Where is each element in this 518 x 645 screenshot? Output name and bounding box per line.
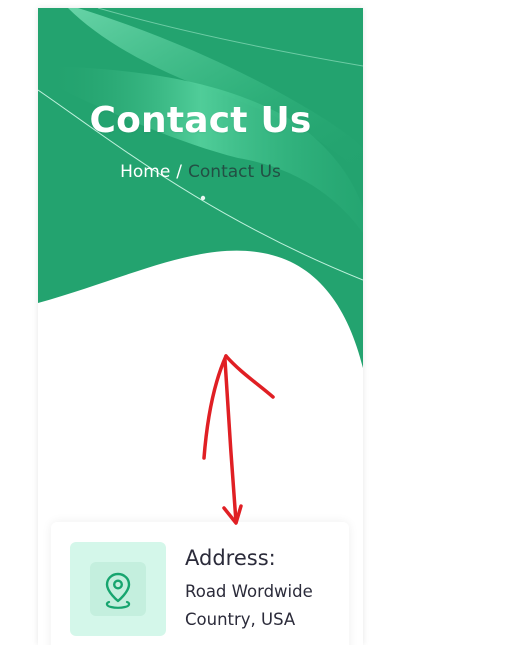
page-title: Contact Us — [89, 100, 312, 141]
address-line-2: Country, USA — [185, 610, 296, 629]
breadcrumb: Home / Contact Us — [38, 162, 363, 182]
breadcrumb-current: Contact Us — [188, 162, 281, 182]
screen: Contact Us Home / Contact Us Address: Road… — [0, 0, 518, 645]
breadcrumb-separator: / — [176, 162, 183, 182]
address-title: Address: — [185, 546, 276, 570]
breadcrumb-home-link[interactable]: Home — [120, 162, 170, 182]
hero-banner: Contact Us Home / Contact Us — [38, 8, 363, 368]
address-card: Address: Road Wordwide Country, USA — [51, 522, 349, 645]
address-icon-box — [70, 542, 166, 636]
address-line-1: Road Wordwide — [185, 582, 313, 601]
mobile-page: Contact Us Home / Contact Us Address: Road… — [38, 8, 363, 645]
hero-background — [38, 8, 363, 368]
address-icon-tile — [90, 562, 146, 616]
location-pin-icon — [105, 572, 131, 609]
